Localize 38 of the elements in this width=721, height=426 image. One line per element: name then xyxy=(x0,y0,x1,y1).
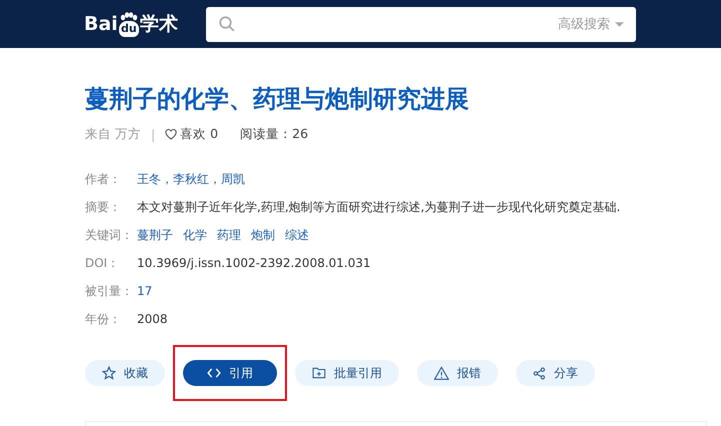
logo-mark: du xyxy=(118,20,139,36)
field-label: 被引量： xyxy=(85,282,134,300)
action-button[interactable]: 分享 xyxy=(516,360,595,386)
field-label: 作者： xyxy=(85,170,122,188)
field-link[interactable]: 化学 xyxy=(183,226,207,244)
separator: | xyxy=(150,127,156,142)
paw-icon xyxy=(118,12,139,20)
field-label: 年份： xyxy=(85,310,122,328)
like-button[interactable]: 喜欢 0 xyxy=(165,126,218,143)
code-icon xyxy=(207,367,221,379)
heart-icon xyxy=(165,129,178,140)
folder-plus-icon xyxy=(312,367,326,379)
star-icon xyxy=(102,366,116,380)
logo-text: Bai xyxy=(84,14,118,34)
field-value: 10.3969/j.issn.1002-2392.2008.01.031 xyxy=(137,256,371,270)
field-label: 关键词： xyxy=(85,226,134,244)
field-value: 2008 xyxy=(137,312,168,326)
field-label: 摘要： xyxy=(85,198,122,216)
warning-icon xyxy=(434,366,449,380)
logo-text: 学术 xyxy=(140,14,178,34)
caret-icon xyxy=(615,22,624,26)
field-link[interactable]: 综述 xyxy=(285,226,309,244)
article-title: 蔓荆子的化学、药理与炮制研究进展 xyxy=(85,84,470,114)
field-link[interactable]: 17 xyxy=(137,284,152,298)
read-count: 阅读量：26 xyxy=(240,126,308,143)
search-icon xyxy=(218,15,236,33)
field-value: 本文对蔓荆子近年化学,药理,炮制等方面研究进行综述,为蔓荆子进一步现代化研究奠定基础. xyxy=(137,198,620,216)
field-link[interactable]: 王冬，李秋红，周凯 xyxy=(137,170,245,188)
field-link[interactable]: 蔓荆子 xyxy=(137,226,173,244)
action-button[interactable]: 批量引用 xyxy=(295,360,399,386)
action-button[interactable]: 报错 xyxy=(417,360,498,386)
action-button[interactable]: 引用 xyxy=(183,360,277,386)
field-link[interactable]: 炮制 xyxy=(251,226,275,244)
source-text: 来自 万方 xyxy=(85,126,141,143)
share-icon xyxy=(533,366,546,380)
field-link[interactable]: 药理 xyxy=(217,226,241,244)
action-button[interactable]: 收藏 xyxy=(85,360,165,386)
field-label: DOI： xyxy=(85,254,120,272)
